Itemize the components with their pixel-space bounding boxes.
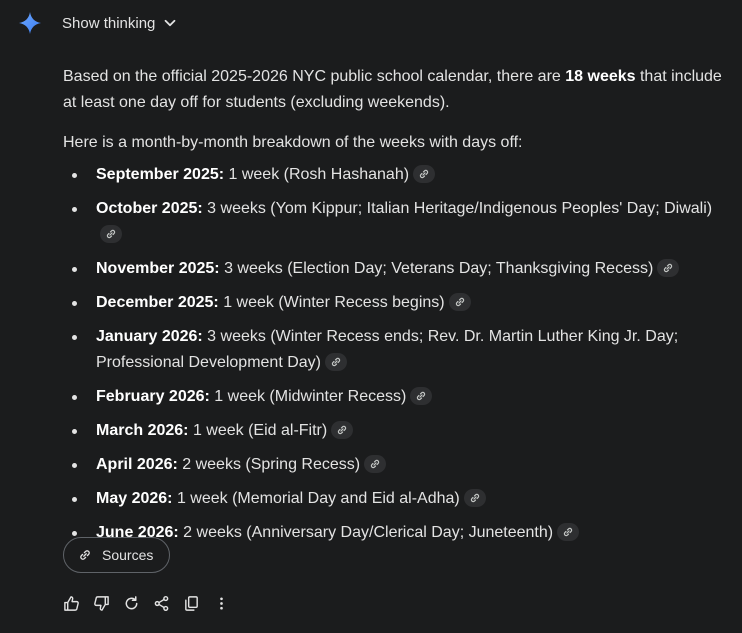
- month-list-item: January 2026: 3 weeks (Winter Recess end…: [63, 324, 723, 376]
- month-name: April 2026:: [96, 456, 178, 473]
- chevron-down-icon: [165, 19, 176, 27]
- share-button[interactable]: [152, 594, 170, 612]
- thumbs-down-icon: [93, 595, 109, 611]
- month-name: February 2026:: [96, 388, 210, 405]
- month-detail: 3 weeks (Election Day; Veterans Day; Tha…: [219, 260, 654, 277]
- sources-label: Sources: [102, 547, 154, 563]
- month-detail: 1 week (Midwinter Recess): [209, 388, 407, 405]
- link-icon: [80, 550, 90, 560]
- more-vert-icon: [219, 596, 223, 610]
- link-icon: [370, 459, 380, 468]
- month-detail: 1 week (Rosh Hashanah): [224, 166, 410, 183]
- month-list-item: December 2025: 1 week (Winter Recess beg…: [63, 290, 723, 316]
- month-list-item: October 2025: 3 weeks (Yom Kippur; Itali…: [63, 196, 723, 248]
- sources-button[interactable]: Sources: [63, 537, 171, 573]
- month-list-item: November 2025: 3 weeks (Election Day; Ve…: [63, 256, 723, 282]
- source-link-chip[interactable]: [331, 420, 354, 439]
- month-name: October 2025:: [96, 200, 203, 217]
- month-detail: 2 weeks (Spring Recess): [177, 456, 361, 473]
- intro-highlight: 18 weeks: [565, 68, 636, 85]
- link-icon: [470, 493, 479, 502]
- month-name: September 2025:: [96, 166, 225, 183]
- more-options-button[interactable]: [212, 594, 230, 612]
- source-link-chip[interactable]: [657, 258, 680, 277]
- response-header: Show thinking: [18, 10, 177, 36]
- month-detail: 1 week (Winter Recess begins): [218, 294, 445, 311]
- month-list: September 2025: 1 week (Rosh Hashanah) Oc…: [63, 162, 723, 546]
- month-name: May 2026:: [96, 490, 173, 507]
- link-icon: [417, 391, 426, 400]
- thumbs-down-button[interactable]: [92, 594, 110, 612]
- month-detail: 2 weeks (Anniversary Day/Clerical Day; J…: [178, 524, 554, 541]
- month-detail: 3 weeks (Yom Kippur; Italian Heritage/In…: [202, 200, 713, 217]
- month-list-item: February 2026: 1 week (Midwinter Recess): [63, 384, 723, 410]
- month-name: November 2025:: [96, 260, 220, 277]
- source-link-chip[interactable]: [325, 352, 347, 371]
- source-link-chip[interactable]: [413, 164, 436, 183]
- source-link-chip[interactable]: [410, 386, 433, 405]
- source-link-chip[interactable]: [100, 224, 122, 243]
- thumbs-up-icon: [63, 595, 79, 611]
- redo-button[interactable]: [122, 594, 140, 612]
- intro-paragraph: Based on the official 2025-2026 NYC publ…: [63, 64, 723, 116]
- link-icon: [338, 425, 347, 434]
- response-actions: [62, 594, 242, 612]
- link-icon: [106, 229, 116, 238]
- month-name: March 2026:: [96, 422, 189, 439]
- response-body: Based on the official 2025-2026 NYC publ…: [63, 64, 723, 554]
- share-icon: [154, 595, 168, 611]
- redo-icon: [125, 595, 137, 609]
- thumbs-up-button[interactable]: [62, 594, 80, 612]
- source-link-chip[interactable]: [448, 292, 471, 311]
- gemini-sparkle-icon: [19, 12, 41, 34]
- source-link-chip[interactable]: [463, 488, 486, 507]
- copy-button[interactable]: [182, 594, 200, 612]
- month-list-item: April 2026: 2 weeks (Spring Recess): [63, 452, 723, 478]
- link-icon: [563, 527, 573, 536]
- link-icon: [455, 297, 464, 306]
- source-link-chip[interactable]: [557, 522, 580, 541]
- month-detail: 1 week (Memorial Day and Eid al-Adha): [172, 490, 460, 507]
- month-list-item: March 2026: 1 week (Eid al-Fitr): [63, 418, 723, 444]
- month-name: December 2025:: [96, 294, 219, 311]
- intro-text-start: Based on the official 2025-2026 NYC publ…: [63, 68, 566, 85]
- link-icon: [331, 357, 341, 366]
- link-icon: [664, 263, 673, 272]
- breakdown-heading: Here is a month-by-month breakdown of th…: [63, 134, 523, 151]
- show-thinking-toggle[interactable]: Show thinking: [62, 15, 177, 32]
- link-icon: [419, 169, 429, 178]
- copy-icon: [184, 595, 198, 611]
- month-list-item: September 2025: 1 week (Rosh Hashanah): [63, 162, 723, 188]
- show-thinking-label: Show thinking: [62, 14, 156, 32]
- source-link-chip[interactable]: [364, 454, 387, 473]
- month-name: January 2026:: [96, 328, 203, 345]
- month-list-item: May 2026: 1 week (Memorial Day and Eid a…: [63, 486, 723, 512]
- month-detail: 1 week (Eid al-Fitr): [188, 422, 328, 439]
